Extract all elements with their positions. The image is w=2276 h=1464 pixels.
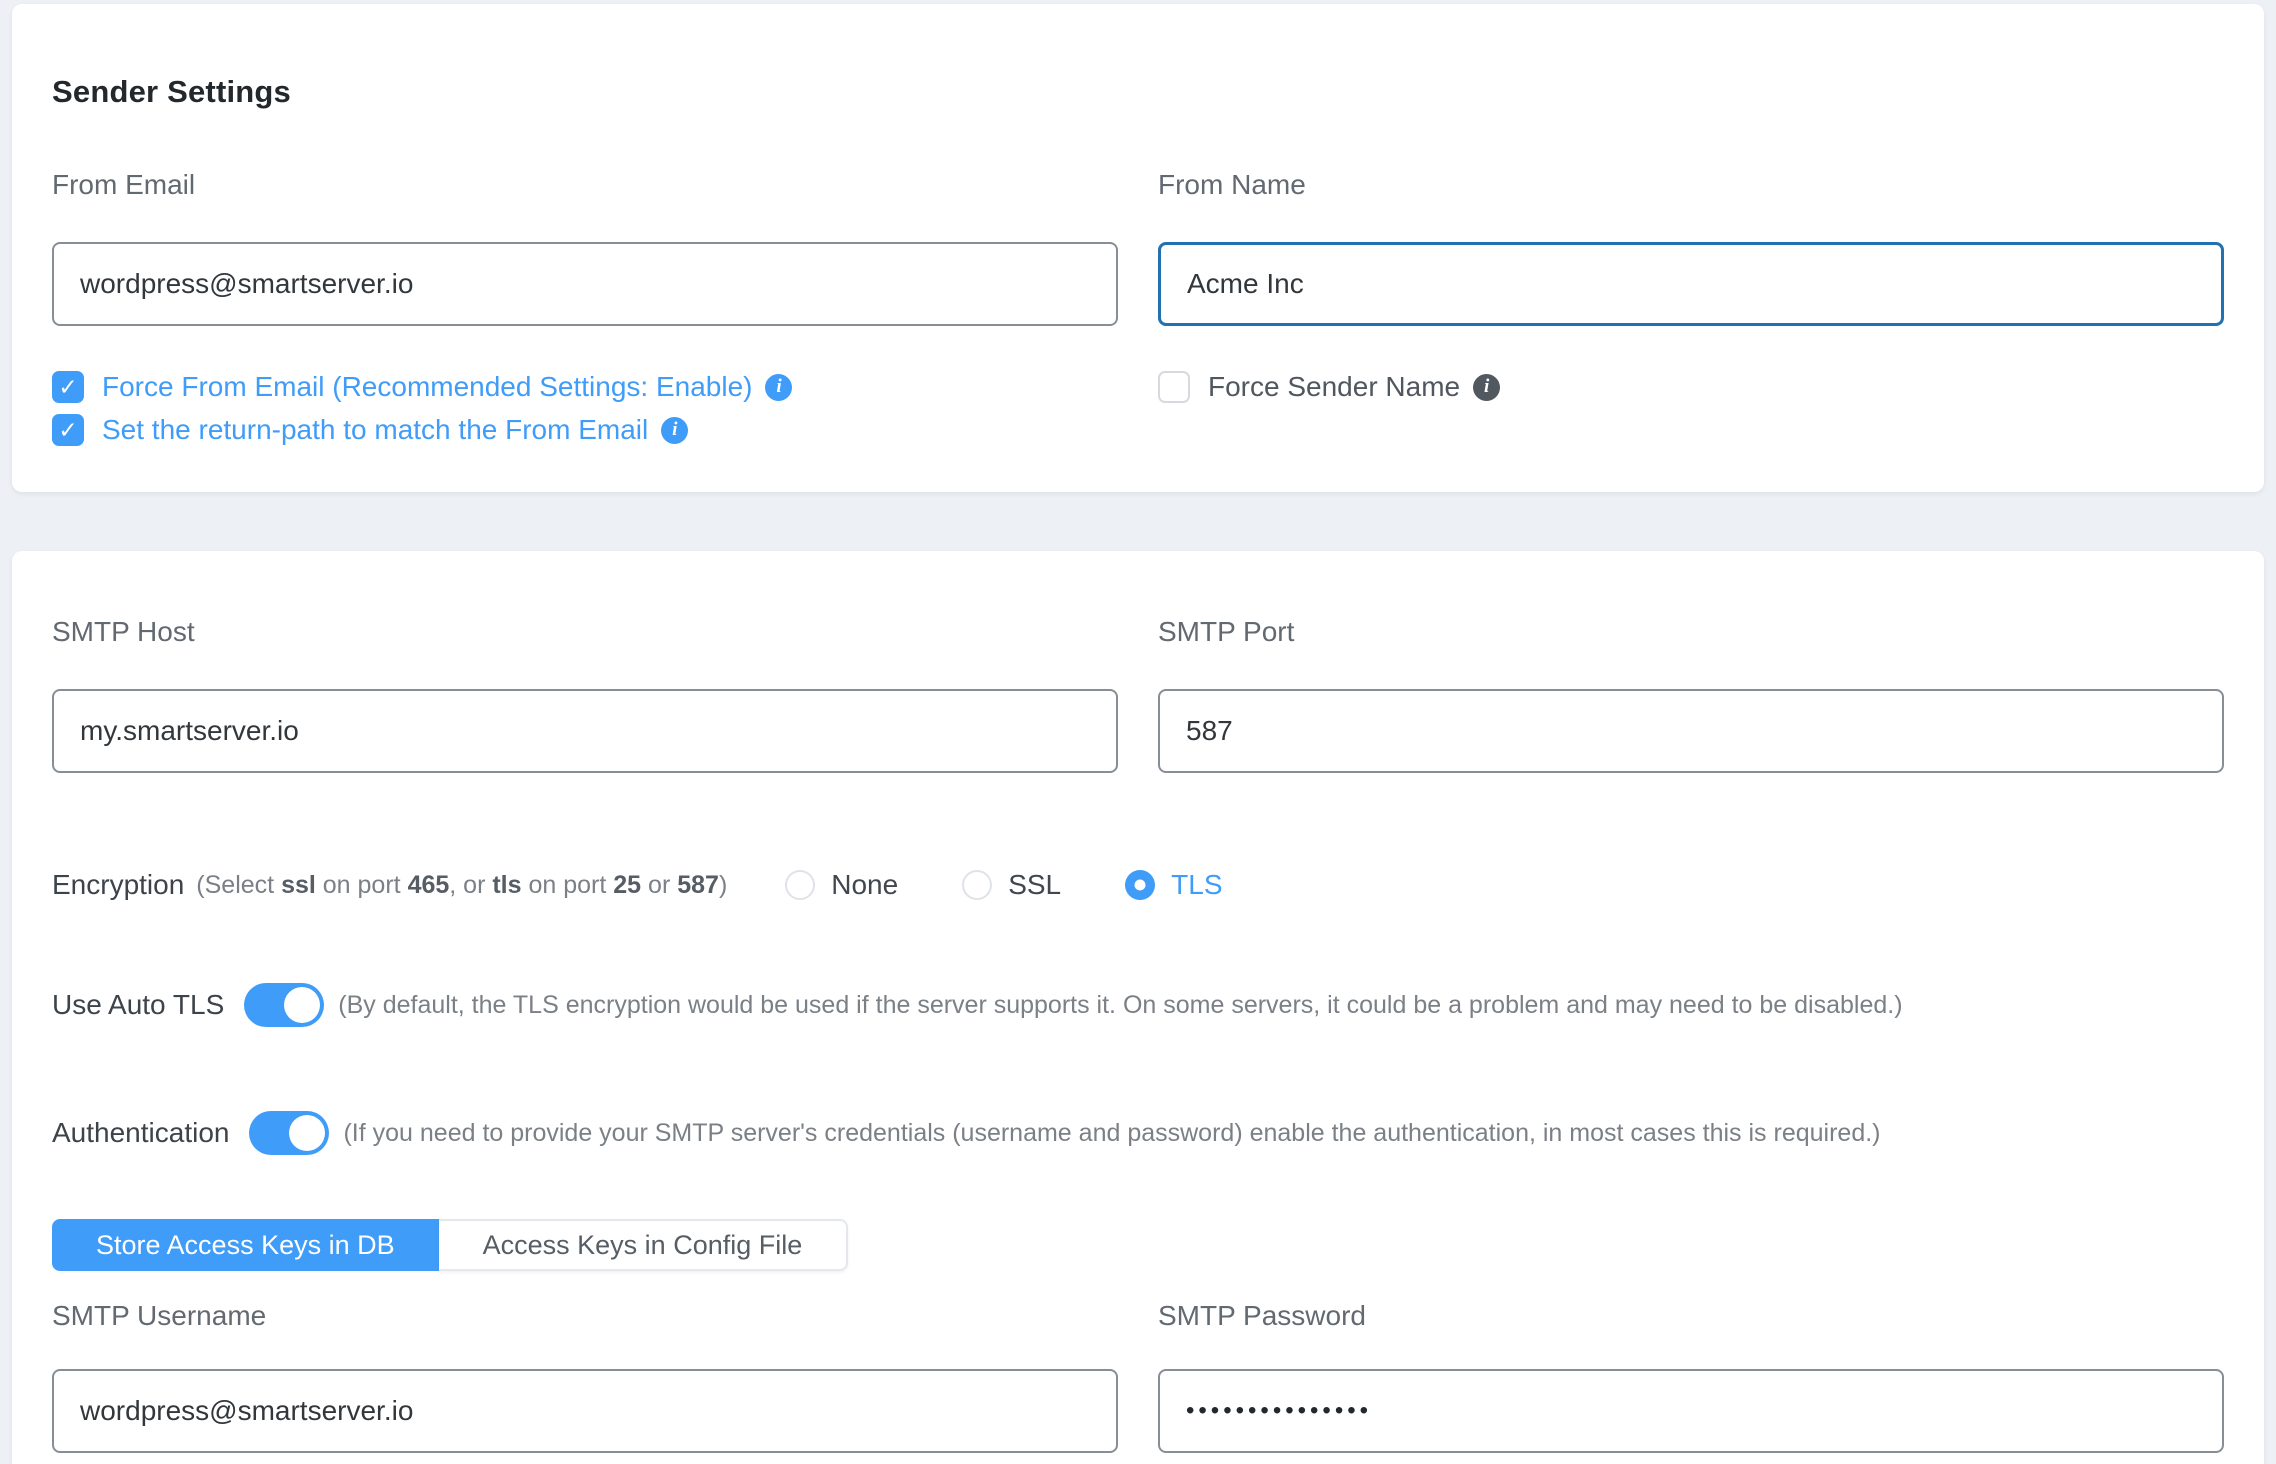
smtp-username-label: SMTP Username xyxy=(52,1299,1118,1333)
encryption-row: Encryption (Select ssl on port 465, or t… xyxy=(52,865,2224,905)
sender-settings-card: Sender Settings From Email From Name ✓ F… xyxy=(12,4,2264,492)
return-path-row: ✓ Set the return-path to match the From … xyxy=(52,413,1118,447)
force-from-email-label: Force From Email (Recommended Settings: … xyxy=(102,371,752,403)
smtp-port-input[interactable] xyxy=(1158,689,2224,773)
radio-tls-icon[interactable] xyxy=(1125,870,1155,900)
auto-tls-row: Use Auto TLS (By default, the TLS encryp… xyxy=(52,983,2224,1027)
key-storage-tabs: Store Access Keys in DB Access Keys in C… xyxy=(52,1219,2224,1271)
tab-keys-config-file[interactable]: Access Keys in Config File xyxy=(439,1219,849,1271)
return-path-label: Set the return-path to match the From Em… xyxy=(102,414,648,446)
credentials-grid: SMTP Username SMTP Password xyxy=(52,1299,2224,1453)
checkmark-icon: ✓ xyxy=(58,376,77,399)
force-from-email-row: ✓ Force From Email (Recommended Settings… xyxy=(52,370,1118,404)
from-email-options: ✓ Force From Email (Recommended Settings… xyxy=(52,370,1118,456)
from-email-input[interactable] xyxy=(52,242,1118,326)
return-path-info-icon[interactable]: i xyxy=(661,417,688,444)
force-sender-name-row: Force Sender Name i xyxy=(1158,370,2224,404)
encryption-label: Encryption xyxy=(52,869,184,901)
from-name-label: From Name xyxy=(1158,168,2224,202)
sender-settings-title: Sender Settings xyxy=(52,74,2224,110)
hostport-grid: SMTP Host SMTP Port xyxy=(52,615,2224,773)
smtp-host-field: SMTP Host xyxy=(52,615,1118,773)
tab-store-keys-db[interactable]: Store Access Keys in DB xyxy=(52,1219,439,1271)
radio-tls-label: TLS xyxy=(1171,869,1222,901)
return-path-checkbox[interactable]: ✓ xyxy=(52,414,84,446)
sender-fields-grid: From Email From Name ✓ Force From Email … xyxy=(52,168,2224,456)
encryption-option-none[interactable]: None xyxy=(785,869,898,901)
encryption-option-tls[interactable]: TLS xyxy=(1125,869,1222,901)
from-name-field: From Name xyxy=(1158,168,2224,326)
smtp-port-field: SMTP Port xyxy=(1158,615,2224,773)
radio-ssl-label: SSL xyxy=(1008,869,1061,901)
checkmark-icon: ✓ xyxy=(58,419,77,442)
smtp-port-label: SMTP Port xyxy=(1158,615,2224,649)
auto-tls-label: Use Auto TLS xyxy=(52,989,224,1021)
encryption-option-ssl[interactable]: SSL xyxy=(962,869,1061,901)
smtp-password-field: SMTP Password xyxy=(1158,1299,2224,1453)
smtp-password-label: SMTP Password xyxy=(1158,1299,2224,1333)
smtp-username-field: SMTP Username xyxy=(52,1299,1118,1453)
from-name-input[interactable] xyxy=(1158,242,2224,326)
auto-tls-description: (By default, the TLS encryption would be… xyxy=(338,991,1902,1020)
smtp-password-input[interactable] xyxy=(1158,1369,2224,1453)
authentication-label: Authentication xyxy=(52,1117,229,1149)
radio-ssl-icon[interactable] xyxy=(962,870,992,900)
smtp-settings-page: Sender Settings From Email From Name ✓ F… xyxy=(0,0,2276,1464)
force-from-email-info-icon[interactable]: i xyxy=(765,374,792,401)
smtp-connection-card: SMTP Host SMTP Port Encryption (Select s… xyxy=(12,551,2264,1464)
auto-tls-toggle[interactable] xyxy=(244,983,324,1027)
authentication-row: Authentication (If you need to provide y… xyxy=(52,1111,2224,1155)
authentication-description: (If you need to provide your SMTP server… xyxy=(343,1119,1880,1148)
force-sender-name-info-icon[interactable]: i xyxy=(1473,374,1500,401)
force-sender-name-checkbox[interactable] xyxy=(1158,371,1190,403)
from-email-field: From Email xyxy=(52,168,1118,326)
radio-none-icon[interactable] xyxy=(785,870,815,900)
smtp-username-input[interactable] xyxy=(52,1369,1118,1453)
from-email-label: From Email xyxy=(52,168,1118,202)
from-name-options: Force Sender Name i xyxy=(1158,370,2224,456)
encryption-hint: (Select ssl on port 465, or tls on port … xyxy=(196,871,727,900)
smtp-host-label: SMTP Host xyxy=(52,615,1118,649)
authentication-toggle[interactable] xyxy=(249,1111,329,1155)
radio-none-label: None xyxy=(831,869,898,901)
force-sender-name-label: Force Sender Name xyxy=(1208,371,1460,403)
smtp-host-input[interactable] xyxy=(52,689,1118,773)
force-from-email-checkbox[interactable]: ✓ xyxy=(52,371,84,403)
